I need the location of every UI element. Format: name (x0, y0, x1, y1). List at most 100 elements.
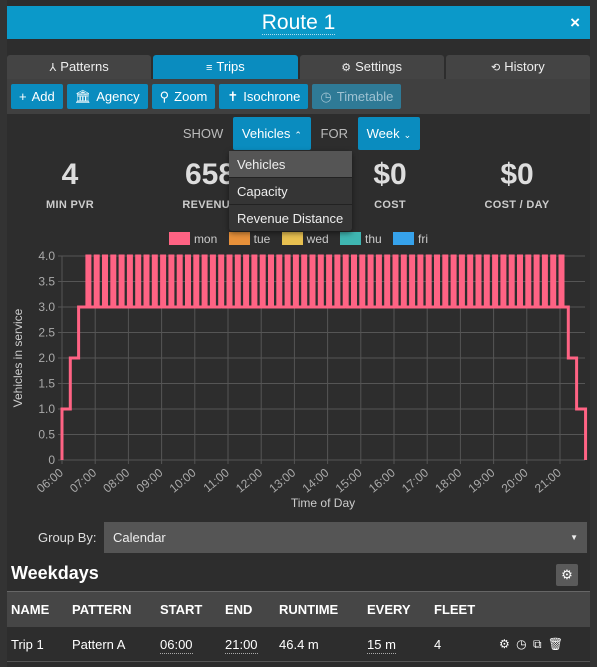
x-tick-label: 21:00 (532, 465, 564, 495)
caret-down-icon: ▼ (570, 533, 578, 542)
legend-swatch (393, 232, 415, 246)
copy-icon[interactable]: ⧉ (533, 637, 542, 651)
x-tick-label: 15:00 (333, 465, 365, 495)
legend-swatch (340, 232, 362, 246)
group-by-select[interactable]: Calendar ▼ (104, 522, 587, 553)
person-icon: ✝ (227, 89, 239, 104)
y-tick-label: 0.5 (38, 428, 55, 442)
legend-item-fri[interactable]: fri (393, 231, 428, 246)
trip-start[interactable]: 06:00 (160, 637, 193, 654)
trip-runtime: 46.4 m (279, 637, 319, 652)
section-title: Weekdays (11, 563, 99, 583)
period-value: Week (366, 126, 400, 141)
zoom-button[interactable]: ⚲ Zoom (151, 84, 216, 109)
metric-value: Vehicles (241, 126, 291, 141)
gear-icon: ⚙ (561, 567, 573, 582)
add-button[interactable]: + Add (11, 84, 63, 109)
stat-value: $0 (500, 158, 534, 191)
menu-item-capacity[interactable]: Capacity (229, 178, 352, 205)
vehicles-chart: 0 0.5 1.0 1.5 2.0 2.5 3.0 3.5 4.0 06:00 07:00 08:00… (11, 249, 588, 510)
group-by-row: Group By: Calendar ▼ (0, 522, 597, 553)
tab-patterns[interactable]: ⅄ Patterns (7, 55, 152, 79)
legend-label: mon (193, 231, 218, 246)
gear-icon[interactable]: ⚙ (499, 637, 510, 651)
chevron-down-icon: ⌄ (403, 130, 412, 140)
x-tick-label: 14:00 (300, 465, 332, 495)
tab-label: Patterns (60, 59, 109, 74)
trip-end[interactable]: 21:00 (225, 637, 258, 654)
menu-item-revenue-distance[interactable]: Revenue Distance (229, 205, 352, 232)
x-tick-label: 20:00 (499, 465, 531, 495)
legend-item-wed[interactable]: wed (281, 231, 329, 246)
trip-every[interactable]: 15 m (367, 637, 396, 654)
stat-value: 4 (61, 158, 79, 191)
trip-fleet: 4 (434, 637, 442, 652)
button-label: Agency (96, 89, 140, 104)
close-icon[interactable]: × (570, 6, 580, 39)
agency-button[interactable]: 🏛 Agency (66, 84, 148, 109)
button-label: Isochrone (243, 89, 301, 104)
y-tick-label: 1.5 (38, 377, 55, 391)
legend-swatch (228, 232, 250, 246)
list-icon: ≡ (205, 62, 213, 74)
y-tick-label: 3.5 (38, 275, 55, 289)
button-label: Add (31, 89, 55, 104)
menu-item-vehicles[interactable]: Vehicles (229, 151, 352, 178)
period-dropdown[interactable]: Week ⌄ (357, 117, 421, 150)
stat-label: COST / DAY (484, 199, 550, 211)
tab-trips[interactable]: ≡ Trips (153, 55, 298, 79)
x-tick-label: 19:00 (466, 465, 498, 495)
metric-dropdown[interactable]: Vehicles ⌃ (232, 117, 311, 150)
x-tick-label: 17:00 (399, 465, 431, 495)
clock-icon[interactable]: ◷ (516, 637, 526, 651)
y-tick-label: 3.0 (38, 300, 55, 314)
table-row: Trip 1 Pattern A 06:00 21:00 46.4 m 15 m… (7, 627, 590, 662)
tab-label: History (504, 59, 545, 74)
legend-label: thu (365, 231, 382, 246)
legend-swatch (281, 232, 303, 246)
x-tick-label: 16:00 (366, 465, 398, 495)
legend-item-thu[interactable]: thu (340, 231, 382, 246)
x-axis-title: Time of Day (291, 496, 355, 510)
legend-item-tue[interactable]: tue (228, 231, 270, 246)
chart-legend: mon tue wed thu fri (0, 231, 597, 246)
timetable-button[interactable]: ◷ Timetable (312, 84, 402, 109)
show-label: SHOW (182, 126, 224, 141)
legend-item-mon[interactable]: mon (168, 231, 218, 246)
plus-icon: + (19, 89, 27, 104)
stat-cost-per-day: $0 COST / DAY (457, 157, 577, 211)
tab-bar: ⅄ Patterns ≡ Trips ⚙ Settings ⟲ History (7, 55, 590, 79)
title-bar: Route 1 × (7, 6, 590, 39)
x-tick-label: 18:00 (432, 465, 464, 495)
legend-label: fri (418, 231, 429, 246)
table-header: NAME PATTERN START END RUNTIME EVERY FLE… (7, 591, 590, 627)
section-settings-button[interactable]: ⚙ (556, 564, 578, 586)
tab-history[interactable]: ⟲ History (445, 55, 590, 79)
stat-label: MIN PVR (46, 199, 94, 211)
x-tick-label: 10:00 (167, 465, 199, 495)
column-header: EVERY (367, 602, 411, 617)
column-header: END (225, 602, 253, 617)
search-icon: ⚲ (159, 89, 170, 104)
trash-icon[interactable]: 🗑 (548, 637, 563, 651)
group-by-label: Group By: (38, 530, 97, 545)
row-actions: ⚙ ◷ ⧉ 🗑 (499, 627, 566, 662)
trips-table: NAME PATTERN START END RUNTIME EVERY FLE… (7, 591, 590, 662)
y-tick-label: 2.5 (38, 326, 55, 340)
x-tick-label: 07:00 (67, 465, 99, 495)
bank-icon: 🏛 (74, 89, 92, 104)
tab-settings[interactable]: ⚙ Settings (299, 55, 444, 79)
legend-swatch (168, 232, 190, 246)
route-title[interactable]: Route 1 (261, 6, 335, 39)
isochrone-button[interactable]: ✝ Isochrone (219, 84, 309, 109)
column-header: START (160, 602, 203, 617)
toolbar: + Add 🏛 Agency ⚲ Zoom ✝ Isochrone ◷ Timetable (7, 79, 590, 114)
x-tick-label: 12:00 (233, 465, 265, 495)
x-tick-label: 09:00 (134, 465, 166, 495)
y-tick-label: 1.0 (38, 402, 55, 416)
clock-icon: ◷ (320, 89, 332, 104)
history-icon: ⟲ (491, 62, 501, 74)
x-tick-label: 06:00 (34, 465, 66, 495)
button-label: Timetable (336, 89, 394, 104)
for-label: FOR (320, 126, 348, 141)
